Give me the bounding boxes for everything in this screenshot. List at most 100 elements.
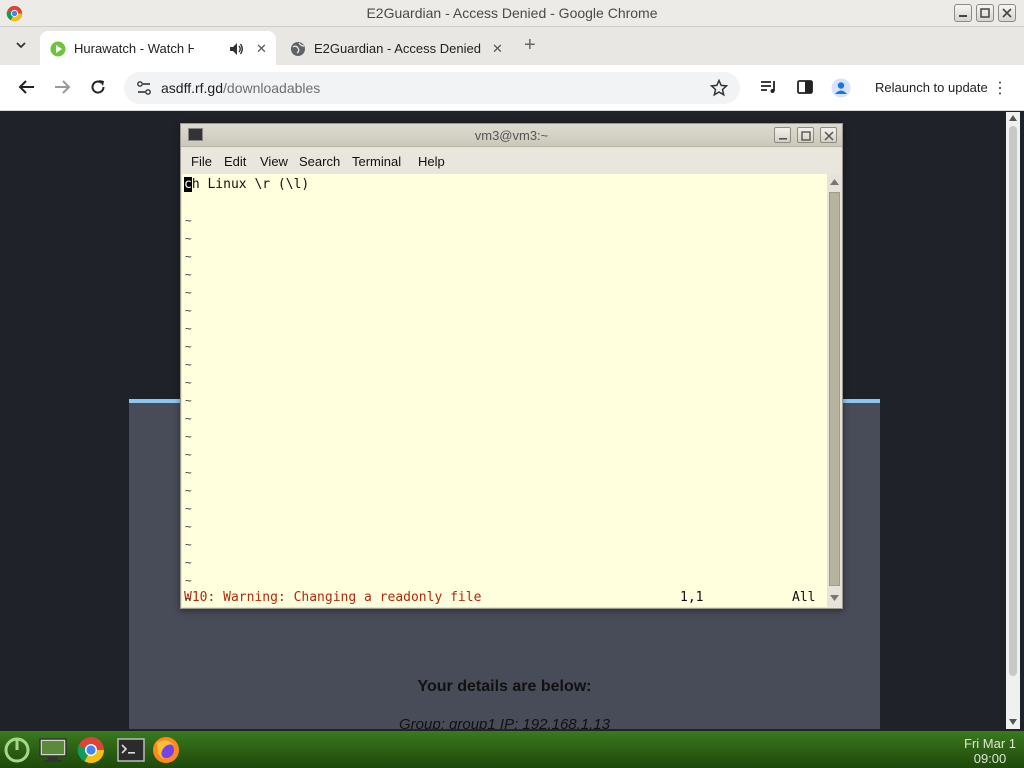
terminal-title: vm3@vm3:~ [474,128,549,143]
taskbar: Fri Mar 1 09:00 [0,731,1024,768]
tab-label: E2Guardian - Access Denied [314,41,481,56]
menu-terminal[interactable]: Terminal [352,154,401,169]
terminal-title-bar[interactable]: vm3@vm3:~ [181,124,842,147]
minimize-button[interactable] [954,4,972,22]
tilde-marker: ~ [185,484,192,497]
group-ip-line: Group: group1 IP: 192.168.1.13 [399,716,610,729]
terminal-taskbar-icon[interactable] [116,735,146,765]
tilde-marker: ~ [185,304,192,317]
minimize-icon [779,138,787,140]
tab-hurawatch[interactable]: Hurawatch - Watch Hazbi ✕ [40,31,276,65]
vim-warning-message: W10: Warning: Changing a readonly file [184,590,482,605]
terminal-menu-bar: File Edit View Search Terminal Help [181,148,842,174]
tilde-marker: ~ [185,502,192,515]
menu-file[interactable]: File [191,154,212,169]
tilde-marker: ~ [185,214,192,227]
details-heading: Your details are below: [417,678,592,695]
tilde-marker: ~ [185,358,192,371]
close-icon [824,131,834,141]
maximize-icon [980,8,990,18]
tilde-marker: ~ [185,592,192,605]
tilde-marker: ~ [185,520,192,533]
page-scrollbar[interactable] [1006,112,1020,729]
clock-date: Fri Mar 1 [964,736,1016,751]
tilde-marker: ~ [185,430,192,443]
bookmark-star-icon[interactable] [710,79,728,97]
tilde-marker: ~ [185,322,192,335]
show-desktop-icon[interactable] [38,735,68,765]
url-text[interactable]: asdff.rf.gd/downloadables [161,80,320,96]
terminal-scroll-thumb[interactable] [829,192,840,586]
browser-title-bar: E2Guardian - Access Denied - Google Chro… [0,0,1024,27]
tab-strip: Hurawatch - Watch Hazbi ✕ E2Guardian - A… [0,27,1024,65]
scroll-up-arrow-icon[interactable] [1009,115,1017,121]
relaunch-label: Relaunch to update [875,80,988,95]
system-clock[interactable]: Fri Mar 1 09:00 [958,736,1022,766]
chrome-taskbar-icon[interactable] [76,735,106,765]
forward-arrow-icon[interactable] [53,78,71,96]
terminal-minimize-button[interactable] [774,127,791,143]
media-controls-icon[interactable] [760,78,778,96]
back-arrow-icon[interactable] [18,78,36,96]
scroll-up-arrow-icon[interactable] [830,179,839,185]
tab-close-icon[interactable]: ✕ [492,41,503,57]
url-path: /downloadables [223,80,321,96]
terminal-screen[interactable]: ch Linux \r (\l) W10: Warning: Changing … [182,174,827,607]
new-tab-button[interactable]: + [524,34,536,57]
tab-e2guardian[interactable]: E2Guardian - Access Denied ✕ [280,31,516,65]
scroll-down-arrow-icon[interactable] [1009,719,1017,725]
more-menu-icon[interactable]: ⋮ [992,78,1008,98]
minimize-icon [959,15,967,17]
scroll-down-arrow-icon[interactable] [830,595,839,601]
close-icon [1002,8,1012,18]
tilde-marker: ~ [185,538,192,551]
terminal-scrollbar[interactable] [827,174,842,607]
menu-view[interactable]: View [260,154,288,169]
tilde-marker: ~ [185,574,192,587]
tilde-marker: ~ [185,268,192,281]
close-button[interactable] [998,4,1016,22]
relaunch-to-update-button[interactable]: Relaunch to update ⋮ [866,74,1014,102]
address-bar[interactable]: asdff.rf.gd/downloadables [124,72,740,104]
tilde-marker: ~ [185,376,192,389]
globe-icon [291,42,305,56]
clock-time: 09:00 [973,751,1007,766]
tilde-marker: ~ [185,250,192,263]
reload-icon[interactable] [89,78,107,96]
scroll-position: All [792,590,816,605]
cursor-position: 1,1 [680,590,704,605]
window-title: E2Guardian - Access Denied - Google Chro… [366,5,658,21]
tilde-marker: ~ [185,556,192,569]
tilde-marker: ~ [185,412,192,425]
editor-line-1: ch Linux \r (\l) [184,177,309,192]
terminal-close-button[interactable] [820,127,837,143]
menu-search[interactable]: Search [299,154,340,169]
tab-search-chevron-icon[interactable] [14,38,28,52]
tab-close-icon[interactable]: ✕ [256,41,267,57]
terminal-maximize-button[interactable] [797,127,814,143]
tab-label: Hurawatch - Watch Hazbi [74,41,194,56]
page-scroll-thumb[interactable] [1009,126,1017,676]
maximize-icon [801,131,811,141]
hurawatch-favicon-icon [50,41,66,57]
tilde-marker: ~ [185,286,192,299]
menu-edit[interactable]: Edit [224,154,246,169]
maximize-button[interactable] [976,4,994,22]
menu-help[interactable]: Help [418,154,445,169]
tilde-marker: ~ [185,394,192,407]
line-1-text: h Linux \r (\l) [191,177,310,192]
side-panel-icon[interactable] [796,78,814,96]
site-info-icon[interactable] [136,80,152,96]
start-menu-icon[interactable] [2,735,32,765]
profile-avatar-icon[interactable] [831,78,851,98]
terminal-window[interactable]: vm3@vm3:~ File Edit View Search Terminal… [180,123,843,609]
tilde-marker: ~ [185,448,192,461]
browser-toolbar: asdff.rf.gd/downloadables Relaunch to up… [0,65,1024,111]
tilde-marker: ~ [185,466,192,479]
url-host: asdff.rf.gd [161,80,224,96]
speaker-icon[interactable] [228,41,244,57]
tilde-marker: ~ [185,232,192,245]
text-cursor: c [184,177,192,192]
tilde-marker: ~ [185,340,192,353]
firefox-taskbar-icon[interactable] [151,735,181,765]
